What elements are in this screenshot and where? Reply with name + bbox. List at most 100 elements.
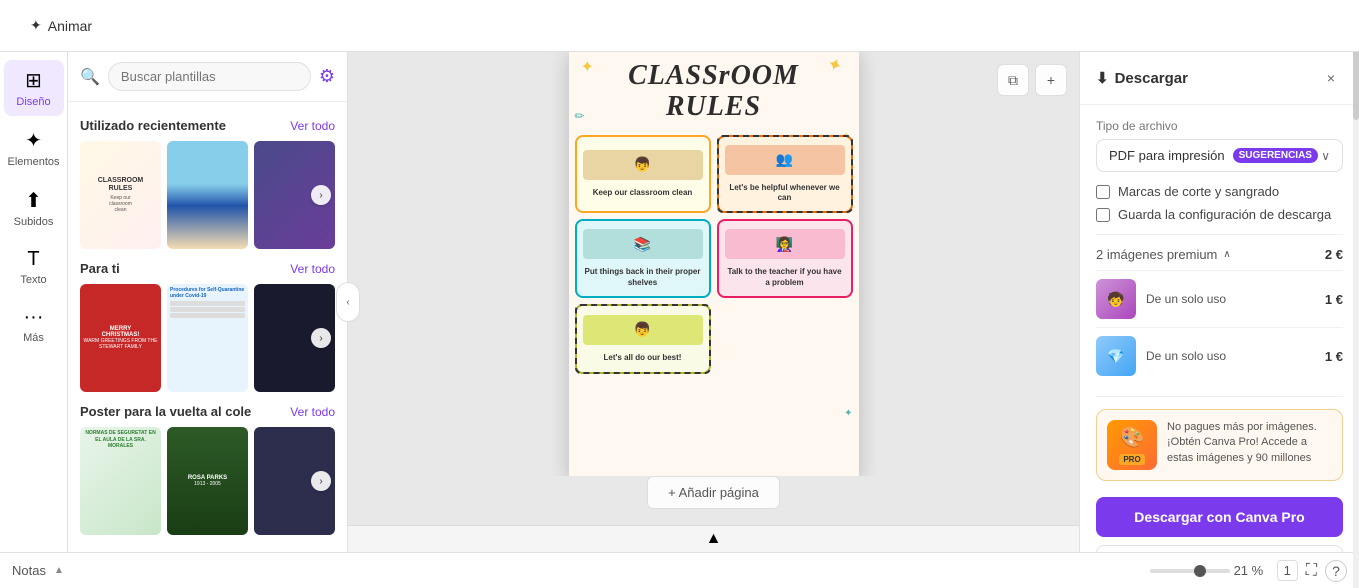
for-you-title: Para ti — [80, 261, 120, 276]
add-page-button[interactable]: + Añadir página — [647, 476, 780, 509]
download-pro-label: Descargar con Canva Pro — [1134, 509, 1304, 525]
download-scrollbar-thumb[interactable] — [1353, 52, 1359, 120]
divider-1 — [1096, 234, 1343, 235]
recent-title: Utilizado recientemente — [80, 118, 226, 133]
notes-label: Notas — [12, 563, 46, 578]
premium-item-1-info: De un solo uso — [1146, 292, 1226, 306]
help-icon[interactable]: ? — [1325, 560, 1347, 582]
decoration-star-br: ✦ — [844, 408, 852, 419]
template-rosa-parks[interactable]: ROSA PARKS1913 - 2005 — [167, 427, 248, 535]
canvas-area: ⧉ + ✦ ✦ ✏ ◇ 〰 ✦ CLASSrOOM RULES — [348, 52, 1079, 552]
for-you-section-header: Para ti Ver todo — [80, 261, 335, 276]
template-classroom[interactable]: CLASSROOMRULES Keep ourclassroomclean — [80, 141, 161, 249]
poster-card-5: 👦 Let's all do our best! — [575, 304, 711, 374]
main-layout: ⊞ Diseño ✦ Elementos ⬆ Subidos T Texto ·… — [0, 52, 1359, 552]
search-icon: 🔍 — [80, 67, 100, 87]
download-close-button[interactable]: × — [1319, 66, 1343, 90]
checkbox-crop-marks: Marcas de corte y sangrado — [1096, 184, 1343, 199]
animate-icon: ✦ — [30, 17, 42, 34]
crop-marks-label: Marcas de corte y sangrado — [1118, 184, 1279, 199]
poster-card-2: 👥 Let's be helpful whenever we can — [717, 135, 853, 214]
file-type-left: PDF para impresión SUGERENCIAS — [1109, 148, 1318, 163]
sidebar-item-design[interactable]: ⊞ Diseño — [4, 60, 64, 116]
poster-design: ✦ ✦ ✏ ◇ 〰 ✦ CLASSrOOM RULES 👦 Keep our c… — [569, 52, 859, 476]
school-see-all[interactable]: Ver todo — [290, 405, 335, 419]
page-indicator: 1 — [1277, 560, 1298, 581]
save-config-checkbox[interactable] — [1096, 208, 1110, 222]
duplicate-canvas-button[interactable]: ⧉ — [997, 64, 1029, 96]
zoom-control: 21 % — [1150, 563, 1269, 578]
sidebar-item-text[interactable]: T Texto — [4, 240, 64, 294]
bottom-bar: Notas ▲ 21 % 1 ⛶ ? — [0, 552, 1359, 588]
collapse-panel-button[interactable]: ‹ — [336, 282, 360, 322]
canvas-content[interactable]: ⧉ + ✦ ✦ ✏ ◇ 〰 ✦ CLASSrOOM RULES — [348, 52, 1079, 476]
template-christmas[interactable]: MERRYCHRISTMAS!WARM GREETINGS FROM THE S… — [80, 284, 161, 392]
for-you-see-all[interactable]: Ver todo — [290, 262, 335, 276]
file-type-name: PDF para impresión — [1109, 148, 1225, 163]
animate-button[interactable]: ✦ Animar — [16, 11, 106, 40]
canvas-scroll-up[interactable]: ▲ — [348, 525, 1079, 552]
premium-item-1-left: 🧒 De un solo uso — [1096, 279, 1226, 319]
uploads-icon: ⬆ — [25, 188, 42, 213]
template-medical[interactable]: Procedures for Self-Quarantine under Cov… — [167, 284, 248, 392]
download-panel: ⬇ Descargar × Tipo de archivo PDF para i… — [1079, 52, 1359, 552]
panel-search-area: 🔍 ⚙ — [68, 52, 347, 102]
download-icon: ⬇ — [1096, 69, 1109, 87]
poster-card-4-text: Talk to the teacher if you have a proble… — [725, 267, 845, 288]
design-icon: ⊞ — [25, 68, 42, 93]
poster-title-line2: RULES — [569, 92, 859, 123]
more-icon: ··· — [24, 306, 44, 329]
sidebar-item-more[interactable]: ··· Más — [4, 298, 64, 352]
pay-and-download-button[interactable]: Pagar y descargar — [1096, 545, 1343, 552]
close-icon: × — [1327, 70, 1335, 86]
poster-card-2-text: Let's be helpful whenever we can — [725, 183, 845, 204]
download-title-text: Descargar — [1115, 70, 1188, 87]
canva-pro-promo: 🎨 PRO No pagues más por imágenes. ¡Obtén… — [1096, 409, 1343, 481]
sidebar-item-elements[interactable]: ✦ Elementos — [4, 120, 64, 176]
canvas-toolbar: ⧉ + — [997, 64, 1067, 96]
poster-card-4: 👩‍🏫 Talk to the teacher if you have a pr… — [717, 219, 853, 298]
poster-title-line1: CLASSrOOM — [569, 61, 859, 92]
suggestion-badge: SUGERENCIAS — [1233, 148, 1318, 163]
school-templates: NORMAS DE SEGURETAT EN EL AULA DE LA SRA… — [80, 427, 335, 535]
canva-pro-thumb: 🎨 PRO — [1107, 420, 1157, 470]
zoom-slider[interactable] — [1150, 569, 1230, 573]
school-next-arrow[interactable]: › — [311, 471, 331, 491]
template-panel: 🔍 ⚙ Utilizado recientemente Ver todo CLA… — [68, 52, 348, 552]
search-input[interactable] — [108, 62, 311, 91]
pro-badge: PRO — [1119, 454, 1144, 465]
file-type-label: Tipo de archivo — [1096, 119, 1343, 133]
poster-title: CLASSrOOM RULES — [569, 52, 859, 123]
up-arrow-icon: ▲ — [706, 530, 722, 548]
sidebar-uploads-label: Subidos — [14, 216, 54, 228]
text-icon: T — [27, 248, 39, 271]
poster-card-3: 📚 Put things back in their proper shelve… — [575, 219, 711, 298]
left-sidebar: ⊞ Diseño ✦ Elementos ⬆ Subidos T Texto ·… — [0, 52, 68, 552]
sidebar-item-uploads[interactable]: ⬆ Subidos — [4, 180, 64, 236]
panel-scroll: Utilizado recientemente Ver todo CLASSRO… — [68, 102, 347, 552]
zoom-slider-thumb[interactable] — [1194, 565, 1206, 577]
for-you-templates: MERRYCHRISTMAS!WARM GREETINGS FROM THE S… — [80, 284, 335, 392]
recent-next-arrow[interactable]: › — [311, 185, 331, 205]
sidebar-text-label: Texto — [20, 274, 46, 286]
download-title: ⬇ Descargar — [1096, 69, 1188, 87]
file-type-chevron-icon: ∨ — [1321, 149, 1330, 163]
decoration-star-tl: ✦ — [581, 57, 594, 77]
download-with-pro-button[interactable]: Descargar con Canva Pro — [1096, 497, 1343, 537]
premium-item-1-label: De un solo uso — [1146, 292, 1226, 306]
filter-icon[interactable]: ⚙ — [319, 66, 335, 87]
file-type-selector[interactable]: PDF para impresión SUGERENCIAS ∨ — [1096, 139, 1343, 172]
template-normas[interactable]: NORMAS DE SEGURETAT EN EL AULA DE LA SRA… — [80, 427, 161, 535]
notes-up-icon[interactable]: ▲ — [54, 565, 64, 576]
top-bar: ✦ Animar — [0, 0, 1359, 52]
premium-chevron-icon[interactable]: ∧ — [1223, 249, 1230, 260]
fullscreen-icon[interactable]: ⛶ — [1306, 562, 1317, 580]
crop-marks-checkbox[interactable] — [1096, 185, 1110, 199]
recent-see-all[interactable]: Ver todo — [290, 119, 335, 133]
premium-item-2-price: 1 € — [1325, 349, 1343, 364]
premium-item-2-left: 💎 De un solo uso — [1096, 336, 1226, 376]
template-beach[interactable] — [167, 141, 248, 249]
decoration-pencil: ✏ — [575, 109, 585, 123]
add-canvas-button[interactable]: + — [1035, 64, 1067, 96]
for-you-next-arrow[interactable]: › — [311, 328, 331, 348]
